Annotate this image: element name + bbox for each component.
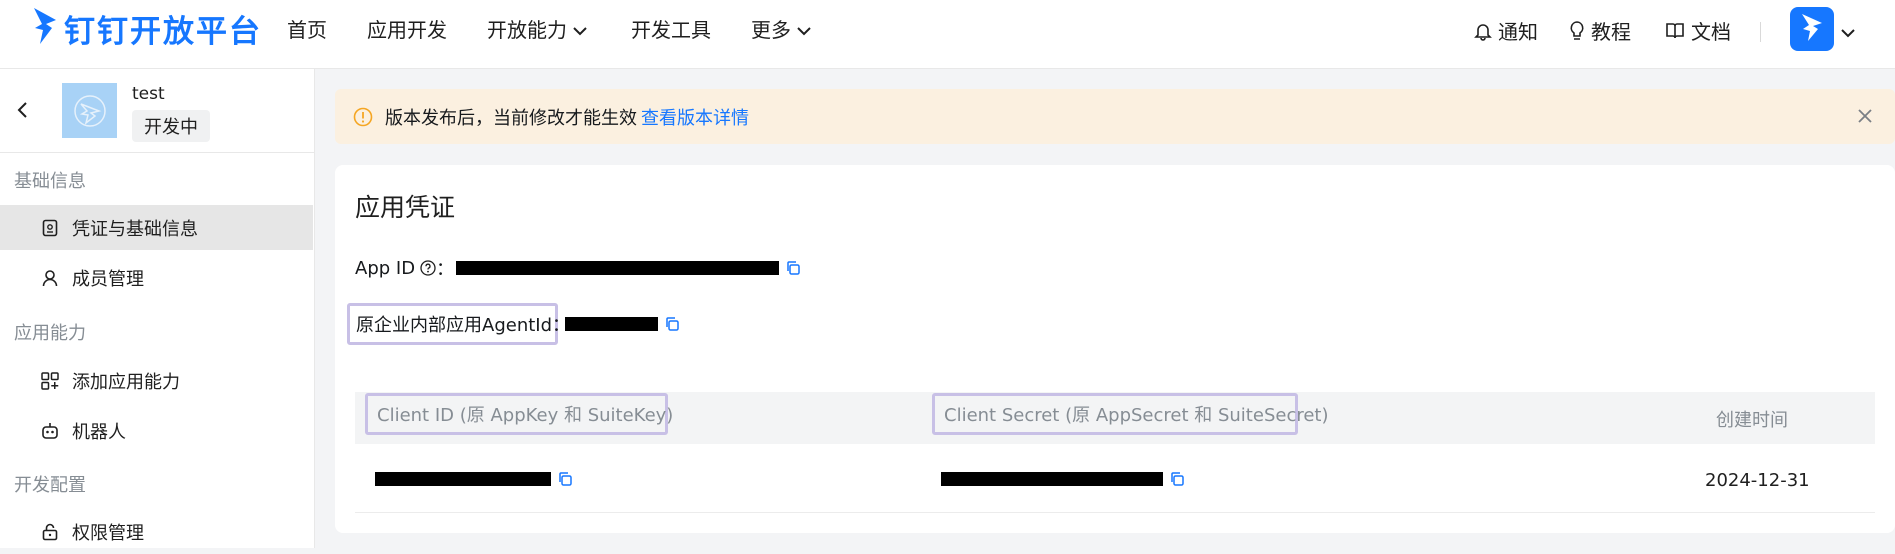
- credential-icon: [40, 219, 60, 237]
- app-id-label: App ID: [355, 257, 416, 279]
- back-arrow-icon[interactable]: [14, 100, 32, 124]
- chevron-down-icon[interactable]: [1841, 23, 1855, 42]
- nav-item-label: 开放能力: [487, 18, 567, 42]
- close-icon[interactable]: [1855, 106, 1875, 130]
- user-avatar[interactable]: [1790, 7, 1834, 51]
- chevron-down-icon: [797, 17, 811, 41]
- column-header-label: Client ID (原 AppKey 和 SuiteKey): [377, 405, 674, 426]
- redacted-client-id: [375, 472, 551, 486]
- brand-name: 钉钉开放平台: [64, 13, 262, 50]
- app-icon: [62, 83, 117, 138]
- divider: [1760, 22, 1761, 42]
- agent-id-label-box: 原企业内部应用AgentId：: [347, 303, 570, 345]
- sidebar-group-title: 基础信息: [14, 171, 86, 192]
- client-id-cell: [375, 471, 573, 487]
- app-name: test: [132, 84, 165, 104]
- redacted-app-id: [456, 261, 780, 275]
- notification-label: 通知: [1498, 20, 1538, 44]
- sidebar-item-members[interactable]: 成员管理: [0, 255, 313, 300]
- app-id-colon: ：: [436, 259, 455, 280]
- sidebar-item-add-capability[interactable]: 添加应用能力: [0, 358, 313, 403]
- copy-icon[interactable]: [1169, 471, 1185, 487]
- docs-link[interactable]: 文档: [1665, 16, 1731, 45]
- created-time-cell: 2024-12-31: [1705, 470, 1810, 491]
- divider: [0, 152, 314, 153]
- help-icon[interactable]: [420, 260, 436, 276]
- nav-item-label: 开发工具: [631, 18, 711, 42]
- nav-item-label: 应用开发: [367, 18, 447, 42]
- redacted-agent-id: [565, 317, 658, 331]
- sidebar-item-label: 凭证与基础信息: [72, 218, 198, 240]
- status-badge: 开发中: [132, 110, 210, 142]
- apps-add-icon: [40, 371, 60, 390]
- card-title: 应用凭证: [355, 193, 456, 222]
- docs-label: 文档: [1691, 20, 1731, 44]
- bell-icon: [1474, 21, 1492, 41]
- notification-link[interactable]: 通知: [1474, 16, 1538, 45]
- copy-icon[interactable]: [557, 471, 573, 487]
- version-alert: 版本发布后，当前修改才能生效 查看版本详情: [335, 89, 1895, 144]
- column-header-label: Client Secret (原 AppSecret 和 SuiteSecret…: [944, 405, 1329, 426]
- tutorial-label: 教程: [1591, 20, 1631, 44]
- robot-icon: [40, 422, 60, 440]
- chevron-down-icon: [573, 17, 587, 41]
- app-id-row: App ID ：: [355, 255, 801, 281]
- column-header-client-secret: Client Secret (原 AppSecret 和 SuiteSecret…: [932, 393, 1329, 435]
- warning-icon: [353, 107, 373, 127]
- sidebar-item-label: 机器人: [72, 421, 126, 443]
- column-header-client-id: Client ID (原 AppKey 和 SuiteKey): [365, 393, 673, 435]
- nav-item-more[interactable]: 更多: [751, 14, 811, 43]
- lock-icon: [40, 523, 60, 541]
- lightbulb-icon: [1569, 20, 1585, 41]
- dingtalk-logo-icon: [32, 6, 58, 50]
- column-header-created-time: 创建时间: [1716, 410, 1788, 431]
- dingtalk-avatar-icon: [1799, 11, 1825, 47]
- client-secret-cell: [941, 471, 1185, 487]
- copy-icon[interactable]: [664, 316, 680, 332]
- agent-id-label: 原企业内部应用AgentId：: [356, 315, 571, 336]
- agent-id-value: [565, 316, 680, 332]
- sidebar-item-robot[interactable]: 机器人: [0, 408, 313, 453]
- version-details-link[interactable]: 查看版本详情: [641, 104, 749, 130]
- sidebar-item-label: 成员管理: [72, 268, 144, 290]
- sidebar-item-label: 添加应用能力: [72, 371, 180, 393]
- sidebar-group-title: 开发配置: [14, 475, 86, 496]
- row-divider: [355, 512, 1875, 513]
- redacted-client-secret: [941, 472, 1163, 486]
- nav-item-label: 更多: [751, 18, 791, 42]
- sidebar-item-label: 权限管理: [72, 522, 144, 544]
- sidebar-group-title: 应用能力: [14, 323, 86, 344]
- nav-item-dev-tools[interactable]: 开发工具: [631, 14, 711, 43]
- tutorial-link[interactable]: 教程: [1569, 16, 1631, 45]
- brand-logo[interactable]: 钉钉开放平台: [32, 6, 262, 50]
- nav-item-open-capability[interactable]: 开放能力: [487, 14, 587, 43]
- copy-icon[interactable]: [785, 260, 801, 276]
- sidebar-item-permissions[interactable]: 权限管理: [0, 509, 313, 554]
- sidebar-item-credentials[interactable]: 凭证与基础信息: [0, 205, 313, 250]
- nav-item-app-dev[interactable]: 应用开发: [367, 14, 447, 43]
- user-icon: [40, 269, 60, 287]
- book-icon: [1665, 22, 1685, 40]
- nav-item-label: 首页: [287, 18, 327, 42]
- alert-text: 版本发布后，当前修改才能生效: [385, 107, 637, 129]
- nav-item-home[interactable]: 首页: [287, 14, 327, 43]
